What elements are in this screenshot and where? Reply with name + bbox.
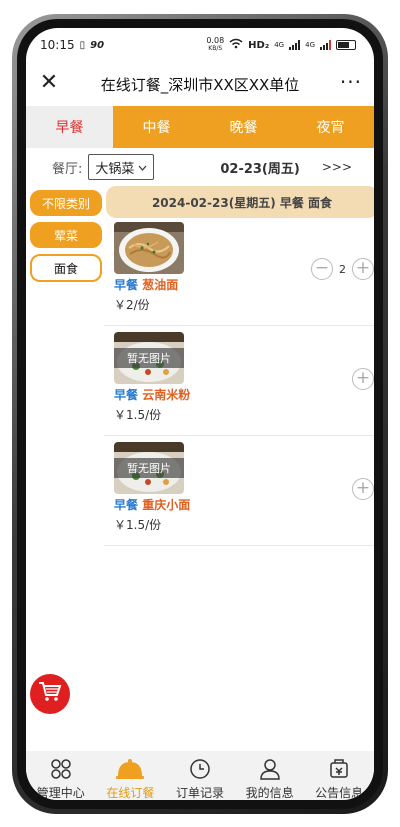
dome-icon <box>115 757 145 781</box>
net-speed-left: 90 <box>90 39 105 51</box>
cart-button[interactable] <box>30 674 70 714</box>
phone-bezel: 10:15 ▯ 90 0.08 KB/S HD₂ 4G 4G ✕ 在线订餐_深圳… <box>17 19 383 809</box>
quantity-value: 2 <box>339 262 346 276</box>
chevron-down-icon <box>138 160 147 175</box>
plus-icon[interactable]: + <box>352 478 374 500</box>
quantity-stepper: + <box>352 368 374 390</box>
nav-label: 管理中心 <box>36 786 85 800</box>
tab-lunch[interactable]: 中餐 <box>113 106 200 148</box>
network-label-1: 4G <box>274 41 285 49</box>
category-all[interactable]: 不限类别 <box>30 190 102 216</box>
clock-icon <box>188 757 212 781</box>
dish-name: 早餐 葱油面 <box>114 278 179 292</box>
dish-image: 暂无图片 <box>114 332 184 384</box>
bottom-nav: 管理中心 在线订餐 订单记录 我的信息 公告信息 <box>26 751 374 800</box>
dish-image: 暂无图片 <box>114 442 184 494</box>
meal-tabs: 早餐 中餐 晚餐 夜宵 <box>26 106 374 148</box>
more-menu-icon[interactable]: ··· <box>340 70 362 94</box>
signal-icon-2 <box>320 40 331 50</box>
nav-announcements[interactable]: 公告信息 <box>304 751 374 800</box>
minus-icon[interactable]: − <box>311 258 333 280</box>
no-image-label: 暂无图片 <box>114 348 184 368</box>
dish-price: ￥1.5/份 <box>114 408 162 422</box>
restaurant-selected-value: 大锅菜 <box>95 161 135 177</box>
vibrate-icon: ▯ <box>79 39 86 51</box>
screen: 10:15 ▯ 90 0.08 KB/S HD₂ 4G 4G ✕ 在线订餐_深圳… <box>26 28 374 800</box>
category-sidebar: 不限类别 荤菜 面食 <box>30 190 102 288</box>
list-item: 暂无图片 早餐 重庆小面 ￥1.5/份 + <box>104 438 374 546</box>
restaurant-label: 餐厅: <box>52 161 83 177</box>
list-item: 早餐 葱油面 ￥2/份 − 2 + <box>104 218 374 326</box>
dish-price: ￥2/份 <box>114 298 150 312</box>
dish-price: ￥1.5/份 <box>114 518 162 532</box>
network-label-2: 4G <box>305 41 315 49</box>
user-icon <box>258 757 282 781</box>
restaurant-select[interactable]: 大锅菜 <box>88 154 155 180</box>
dish-image <box>114 222 184 274</box>
day-header: 2024-02-23(星期五) 早餐 面食 <box>106 186 374 218</box>
close-icon[interactable]: ✕ <box>38 72 60 94</box>
cart-icon <box>38 681 62 707</box>
phone-frame: 10:15 ▯ 90 0.08 KB/S HD₂ 4G 4G ✕ 在线订餐_深圳… <box>12 14 388 814</box>
grid-icon <box>49 757 73 781</box>
wifi-icon <box>229 38 243 52</box>
category-meat[interactable]: 荤菜 <box>30 222 102 248</box>
next-day-button[interactable]: >>> <box>322 160 352 174</box>
current-date: 02-23(周五) <box>220 161 300 177</box>
nav-my-info[interactable]: 我的信息 <box>235 751 305 800</box>
plus-icon[interactable]: + <box>352 368 374 390</box>
quantity-stepper: + <box>352 478 374 500</box>
tab-dinner[interactable]: 晚餐 <box>200 106 287 148</box>
notice-icon <box>327 757 351 781</box>
tab-late-night[interactable]: 夜宵 <box>287 106 374 148</box>
nav-label: 在线订餐 <box>106 786 155 800</box>
nav-order-records[interactable]: 订单记录 <box>165 751 235 800</box>
no-image-label: 暂无图片 <box>114 458 184 478</box>
nav-label: 我的信息 <box>245 786 294 800</box>
status-bar: 10:15 ▯ 90 0.08 KB/S HD₂ 4G 4G <box>26 28 374 62</box>
restaurant-row: 餐厅: 大锅菜 02-23(周五) >>> <box>26 148 374 186</box>
battery-icon <box>336 40 356 50</box>
hd-label: HD₂ <box>248 39 270 51</box>
tab-breakfast[interactable]: 早餐 <box>26 106 113 148</box>
net-speed-right: 0.08 KB/S <box>206 36 225 53</box>
page-title: 在线订餐_深圳市XX区XX单位 <box>100 75 300 94</box>
status-time: 10:15 <box>40 38 75 52</box>
dish-name: 早餐 云南米粉 <box>114 388 191 402</box>
nav-online-order[interactable]: 在线订餐 <box>96 751 166 800</box>
plus-icon[interactable]: + <box>352 258 374 280</box>
category-noodles[interactable]: 面食 <box>30 254 102 282</box>
title-bar: ✕ 在线订餐_深圳市XX区XX单位 ··· <box>26 62 374 106</box>
nav-label: 订单记录 <box>175 786 224 800</box>
dish-name: 早餐 重庆小面 <box>114 498 191 512</box>
nav-management-center[interactable]: 管理中心 <box>26 751 96 800</box>
list-item: 暂无图片 早餐 云南米粉 ￥1.5/份 + <box>104 328 374 436</box>
nav-label: 公告信息 <box>315 786 364 800</box>
signal-icon-1 <box>289 40 301 50</box>
quantity-stepper: − 2 + <box>311 258 374 280</box>
